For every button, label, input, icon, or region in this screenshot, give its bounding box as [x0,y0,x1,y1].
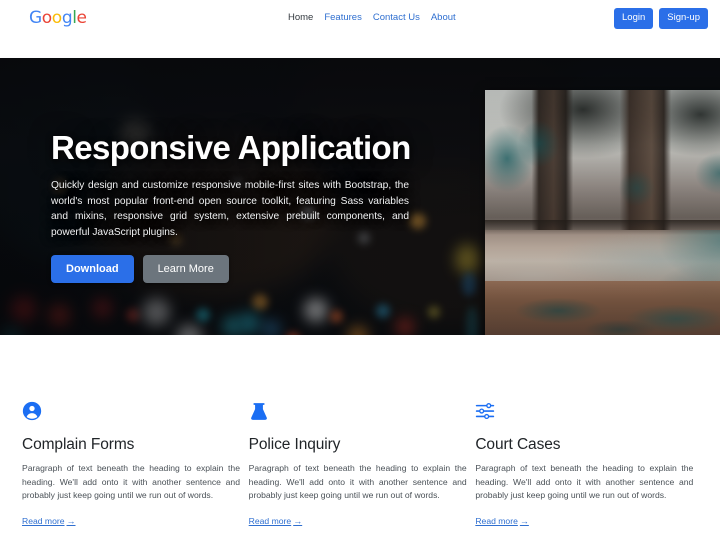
signup-button[interactable]: Sign-up [659,8,708,29]
features-section: Complain Forms Paragraph of text beneath… [0,335,720,540]
logo-letter-e: e [76,8,87,28]
sliders-icon [475,401,702,425]
main-nav: Home Features Contact Us About [288,12,456,24]
hero-title: Responsive Application [51,129,411,166]
learn-more-button[interactable]: Learn More [142,255,229,284]
hero-subtitle: Quickly design and customize responsive … [51,180,409,238]
feature-title: Court Cases [475,436,561,453]
nav-item-features[interactable]: Features [324,12,362,24]
hero-buttons: Download Learn More [51,255,423,284]
login-button[interactable]: Login [614,8,654,29]
feature-card-police-inquiry: Police Inquiry Paragraph of text beneath… [249,401,476,529]
feature-title: Police Inquiry [248,436,341,453]
hero-copy: Responsive Application Quickly design an… [51,129,423,284]
feature-title: Complain Forms [22,436,135,453]
landing-page: Google Home Features Contact Us About Lo… [0,0,720,540]
feature-card-court-cases: Court Cases Paragraph of text beneath th… [475,401,702,529]
feature-text: Paragraph of text beneath the heading to… [22,463,240,501]
arrow-right-icon: → [293,515,303,526]
read-more-label: Read more [475,515,518,526]
feature-cards-grid: Complain Forms Paragraph of text beneath… [22,401,702,529]
site-header: Google Home Features Contact Us About Lo… [0,0,720,37]
read-more-link[interactable]: Read more → [22,515,76,527]
feature-card-complain-forms: Complain Forms Paragraph of text beneath… [22,401,249,529]
auth-buttons: Login Sign-up [614,8,708,29]
feature-text: Paragraph of text beneath the heading to… [248,463,467,501]
hero-section: Responsive Application Quickly design an… [0,58,720,335]
read-more-link[interactable]: Read more → [475,515,529,527]
logo-letter-o2: o [51,8,62,28]
read-more-label: Read more [22,515,65,526]
download-button[interactable]: Download [51,255,134,284]
hero-side-image [485,90,720,335]
nav-item-about[interactable]: About [431,12,456,24]
logo-letter-g2: g [61,8,73,28]
logo-letter-g: G [29,8,42,28]
flask-icon [249,401,476,425]
read-more-link[interactable]: Read more → [249,515,303,527]
read-more-label: Read more [248,515,292,526]
person-circle-icon [22,401,249,425]
nav-item-home[interactable]: Home [288,12,313,24]
arrow-right-icon: → [66,515,76,526]
google-logo[interactable]: Google [29,9,87,28]
arrow-right-icon: → [519,515,529,526]
feature-text: Paragraph of text beneath the heading to… [475,463,694,501]
nav-item-contact-us[interactable]: Contact Us [373,12,420,24]
logo-letter-o1: o [41,8,52,28]
